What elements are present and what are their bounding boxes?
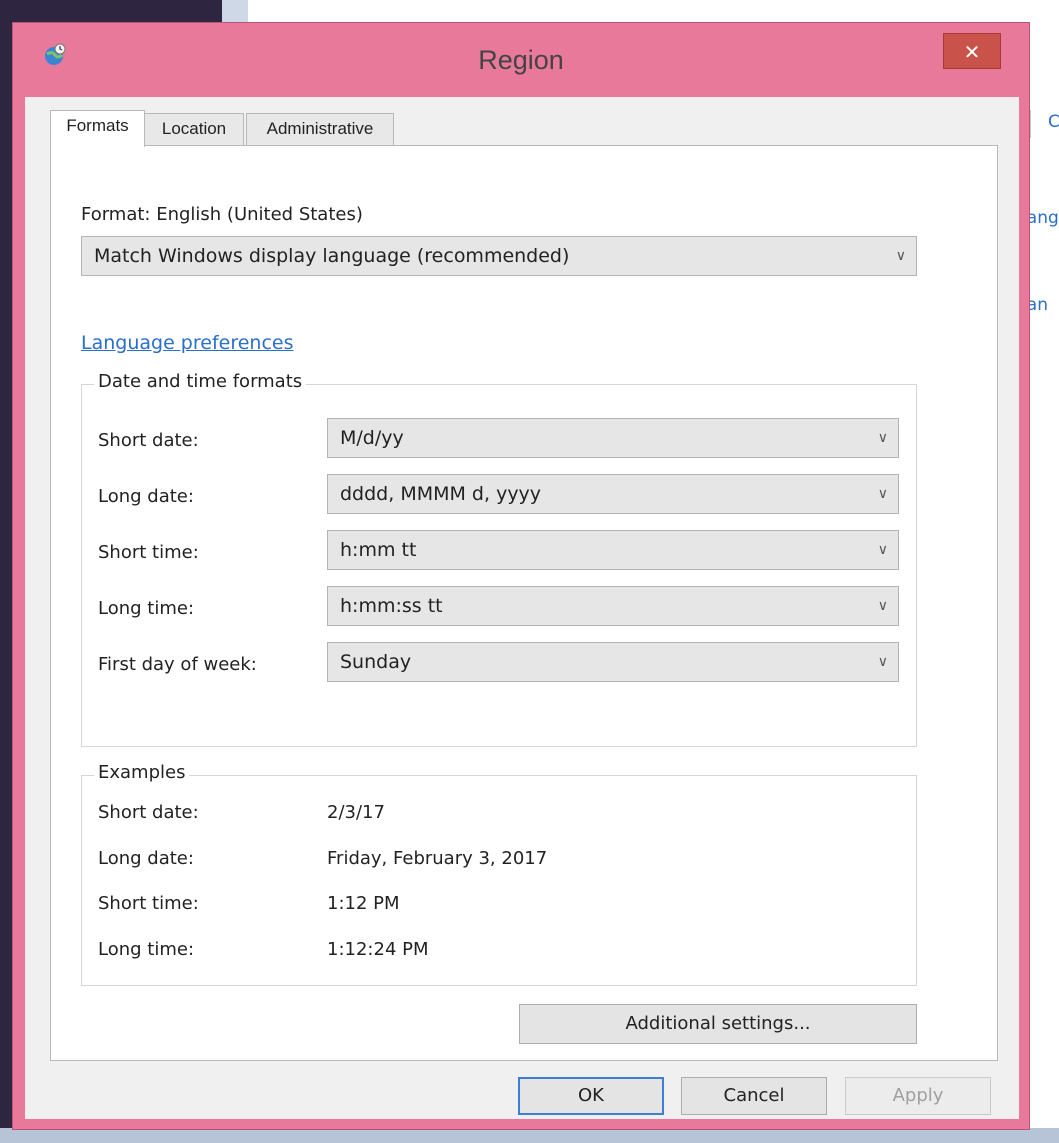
apply-button[interactable]: Apply [845, 1077, 991, 1115]
formats-panel: Format: English (United States) Match Wi… [50, 145, 998, 1061]
long-date-value: dddd, MMMM d, yyyy [340, 483, 542, 505]
additional-settings-button[interactable]: Additional settings... [519, 1004, 917, 1044]
examples-group: Examples Short date: 2/3/17 Long date: F… [81, 762, 917, 986]
chevron-down-icon: ∨ [877, 542, 888, 558]
tab-formats[interactable]: Formats [50, 110, 145, 147]
date-time-formats-group: Date and time formats Short date: M/d/yy… [81, 371, 917, 747]
examples-title: Examples [94, 762, 190, 783]
short-time-dropdown[interactable]: h:mm tt ∨ [327, 530, 899, 570]
dialog-client-area: Formats Location Administrative Format: … [25, 97, 1019, 1119]
background-separator [1030, 110, 1031, 138]
example-long-date-value: Friday, February 3, 2017 [327, 848, 548, 869]
ok-button[interactable]: OK [518, 1077, 664, 1115]
short-time-label: Short time: [98, 542, 199, 563]
tab-location[interactable]: Location [144, 113, 244, 145]
cancel-button[interactable]: Cancel [681, 1077, 827, 1115]
example-short-date-label: Short date: [98, 802, 199, 823]
example-long-date-label: Long date: [98, 848, 194, 869]
tab-administrative[interactable]: Administrative [246, 113, 394, 145]
short-date-label: Short date: [98, 430, 199, 451]
close-button[interactable]: ✕ [943, 33, 1001, 69]
dialog-title: Region [478, 45, 564, 75]
long-time-value: h:mm:ss tt [340, 595, 443, 617]
long-date-label: Long date: [98, 486, 194, 507]
short-date-value: M/d/yy [340, 427, 404, 449]
title-bar[interactable]: Region ✕ [13, 23, 1029, 97]
chevron-down-icon: ∨ [877, 654, 888, 670]
long-date-dropdown[interactable]: dddd, MMMM d, yyyy ∨ [327, 474, 899, 514]
first-day-of-week-value: Sunday [340, 651, 412, 673]
chevron-down-icon: ∨ [877, 486, 888, 502]
language-preferences-link[interactable]: Language preferences [81, 332, 294, 354]
chevron-down-icon: ∨ [877, 430, 888, 446]
short-date-dropdown[interactable]: M/d/yy ∨ [327, 418, 899, 458]
background-link-c[interactable]: C [1048, 112, 1059, 132]
short-time-value: h:mm tt [340, 539, 417, 561]
example-long-time-label: Long time: [98, 939, 195, 960]
date-time-formats-title: Date and time formats [94, 371, 307, 392]
long-time-label: Long time: [98, 598, 195, 619]
format-label: Format: English (United States) [81, 204, 363, 225]
long-time-dropdown[interactable]: h:mm:ss tt ∨ [327, 586, 899, 626]
chevron-down-icon: ∨ [895, 248, 906, 264]
region-dialog: Region ✕ Formats Location Administrative… [12, 22, 1030, 1130]
example-short-time-value: 1:12 PM [327, 893, 400, 914]
example-long-time-value: 1:12:24 PM [327, 939, 429, 960]
chevron-down-icon: ∨ [877, 598, 888, 614]
example-short-date-value: 2/3/17 [327, 802, 385, 823]
format-dropdown-value: Match Windows display language (recommen… [94, 245, 570, 267]
first-day-of-week-label: First day of week: [98, 654, 257, 675]
example-short-time-label: Short time: [98, 893, 199, 914]
format-dropdown[interactable]: Match Windows display language (recommen… [81, 236, 917, 276]
first-day-of-week-dropdown[interactable]: Sunday ∨ [327, 642, 899, 682]
taskbar-strip [0, 1128, 1059, 1143]
